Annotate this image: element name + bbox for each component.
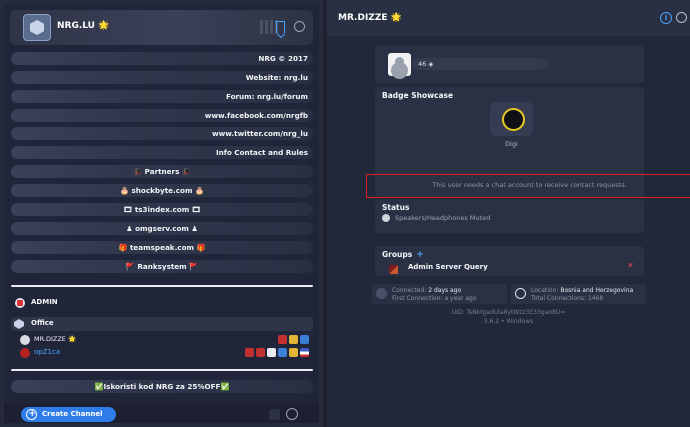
channel-row[interactable]: 🎩 Partners 🎩: [11, 165, 313, 178]
group-icon: [389, 265, 398, 274]
globe-icon: [515, 288, 526, 299]
location-info: Location: Bosnia and Herzegovina Total C…: [511, 284, 646, 304]
version-text: 3.6.2 • Windows: [483, 318, 534, 325]
settings-icon[interactable]: [286, 408, 298, 420]
section-title: Status: [382, 203, 410, 212]
channel-row[interactable]: Forum: nrg.lu/forum: [11, 90, 313, 103]
badge-digi-icon[interactable]: [490, 102, 533, 136]
profile-header: MR.DIZZE 🌟 i: [327, 0, 690, 36]
server-tree-panel: NRG.LU 🌟 NRG © 2017 Website: nrg.lu Foru…: [0, 0, 323, 427]
profile-card: 46 ◈: [375, 45, 644, 83]
bookmark-icon[interactable]: [276, 21, 285, 33]
channel-row[interactable]: NRG © 2017: [11, 52, 313, 65]
badge-name: Digi: [505, 140, 518, 148]
user-badges: [245, 347, 309, 358]
group-icon: [278, 335, 287, 344]
group-name: Admin Server Query: [408, 263, 488, 271]
user-name: MR.DIZZE 🌟: [34, 335, 77, 343]
channel-row[interactable]: www.twitter.com/nrg_lu: [11, 127, 313, 140]
channel-label: Office: [31, 319, 54, 327]
server-icon[interactable]: [269, 409, 280, 420]
channel-office[interactable]: Office: [11, 317, 313, 331]
channel-row[interactable]: 🚩 Ranksystem 🚩: [11, 260, 313, 273]
user-badges: [278, 334, 309, 345]
location-label: Location:: [531, 287, 559, 294]
status-row: Speakers/Headphones Muted: [382, 214, 490, 222]
location-row: Location: Bosnia and Herzegovina: [531, 287, 633, 294]
location-value: Bosnia and Herzegovina: [560, 287, 634, 294]
speaker-muted-icon: [382, 214, 390, 222]
server-logo-icon: [23, 14, 51, 41]
plus-icon: [26, 407, 37, 422]
add-group-button[interactable]: +: [416, 250, 424, 260]
first-conn-label: First Connection:: [392, 295, 443, 302]
flag-icon: [300, 348, 309, 357]
contact-request-notice: This user needs a chat account to receiv…: [366, 174, 690, 198]
channel-row[interactable]: 🎞 ts3index.com 🎞: [11, 203, 313, 216]
uid-text: UID: TsNktgadUla8ytWzz3E33gao8U=: [451, 309, 566, 316]
avatar: [20, 348, 30, 358]
channel-row[interactable]: 🎂 shockbyte.com 🎂: [11, 184, 313, 197]
first-connection-row: First Connection: a year ago: [392, 295, 476, 302]
channel-row-promo[interactable]: ✅Iskoristi kod NRG za 25%OFF✅: [11, 380, 313, 393]
total-conn-label: Total Connections:: [531, 295, 587, 302]
channel-row[interactable]: Website: nrg.lu: [11, 71, 313, 84]
badge-icon: [289, 335, 298, 344]
spacer-line: [11, 363, 313, 376]
badge-icon: [289, 348, 298, 357]
group-icon: [245, 348, 254, 357]
total-conn-value: 1468: [587, 295, 604, 302]
connected-row: Connected: 2 days ago: [392, 287, 461, 294]
group-icon: [256, 348, 265, 357]
channel-label: ADMIN: [31, 298, 58, 306]
user-entry-opz1ca[interactable]: opZ1ca: [18, 347, 313, 359]
channel-admin[interactable]: ADMIN: [11, 296, 313, 310]
profile-stat: 46 ◈: [412, 58, 548, 70]
badge-icon: [278, 348, 287, 357]
connected-value: 2 days ago: [428, 287, 462, 294]
avatar: [20, 335, 30, 345]
remove-group-button[interactable]: ✕: [627, 261, 634, 270]
flag-icon: [300, 335, 309, 344]
avatar: [388, 53, 411, 76]
status-card: Status Speakers/Headphones Muted: [375, 199, 644, 233]
connection-info: Connected: 2 days ago First Connection: …: [372, 284, 507, 304]
status-value: Speakers/Headphones Muted: [395, 214, 491, 222]
user-name: opZ1ca: [34, 348, 61, 356]
connected-label: Connected:: [392, 287, 427, 294]
create-channel-button[interactable]: Create Channel: [21, 407, 116, 422]
server-name: NRG.LU 🌟: [57, 21, 110, 31]
chat-icon[interactable]: [676, 12, 687, 23]
channel-row[interactable]: Info Contact and Rules: [11, 146, 313, 159]
create-channel-label: Create Channel: [42, 410, 103, 418]
chat-icon[interactable]: [294, 21, 305, 32]
user-profile-panel: MR.DIZZE 🌟 i 46 ◈ Badge Showcase Digi Th…: [327, 0, 690, 427]
user-entry-mr-dizze[interactable]: MR.DIZZE 🌟: [18, 334, 313, 346]
section-title: Badge Showcase: [382, 91, 454, 100]
plug-icon: [376, 288, 387, 299]
server-header[interactable]: NRG.LU 🌟: [10, 10, 313, 45]
spacer-line: [11, 279, 313, 292]
total-connections-row: Total Connections: 1468: [531, 295, 603, 302]
channel-icon: [14, 319, 24, 329]
channel-row[interactable]: 🎁 teamspeak.com 🎁: [11, 241, 313, 254]
section-title: Groups: [382, 250, 413, 259]
info-icon[interactable]: i: [660, 12, 672, 24]
first-conn-value: a year ago: [444, 295, 477, 302]
channel-row[interactable]: ♟ omgserv.com ♟: [11, 222, 313, 235]
channel-row[interactable]: www.facebook.com/nrgfb: [11, 109, 313, 122]
groups-card: Groups + Admin Server Query ✕: [375, 246, 644, 276]
profile-title: MR.DIZZE 🌟: [338, 13, 402, 23]
groups-header: Groups +: [382, 250, 424, 260]
admin-channel-icon: [15, 298, 25, 308]
badge-icon: [267, 348, 276, 357]
